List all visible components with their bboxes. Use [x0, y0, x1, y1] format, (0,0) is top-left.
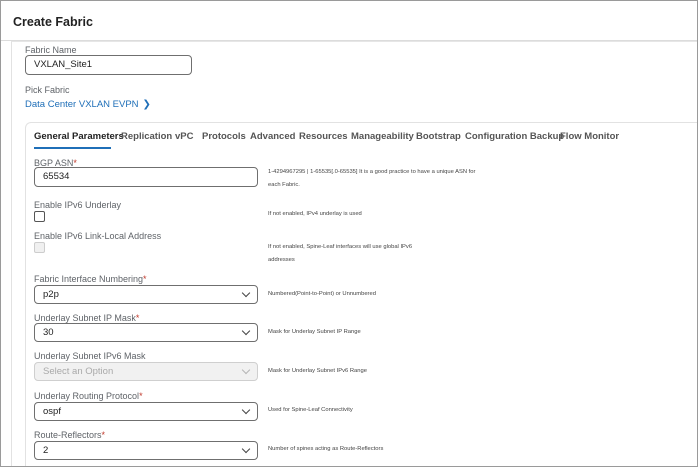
fabric-name-label: Fabric Name: [25, 45, 77, 55]
chevron-right-icon: ❯: [142, 99, 151, 110]
tab-configuration-backup[interactable]: Configuration Backup: [465, 131, 564, 142]
ipv6-underlay-label: Enable IPv6 Underlay: [34, 200, 122, 210]
ipv6-underlay-help: If not enabled, IPv4 underlay is used: [268, 211, 362, 217]
subnet-ip-mask-label-text: Underlay Subnet IP Mask: [34, 313, 136, 323]
active-tab-indicator: [34, 147, 111, 149]
tab-general-parameters[interactable]: General Parameters: [34, 131, 124, 142]
bgp-asn-input[interactable]: 65534: [34, 167, 258, 187]
chevron-down-icon: [241, 288, 251, 298]
ipv6-link-local-help-line2: addresses: [268, 257, 295, 263]
dialog-title: Create Fabric: [13, 15, 93, 29]
bgp-asn-help: 1-4294967295 | 1-65535[.0-65535] It is a…: [268, 167, 475, 191]
ipv6-underlay-checkbox[interactable]: [34, 211, 45, 222]
pick-fabric-label: Pick Fabric: [25, 85, 70, 95]
required-marker: *: [135, 313, 140, 323]
tab-replication[interactable]: Replication: [121, 131, 172, 142]
subnet-ip-mask-value: 30: [43, 327, 54, 338]
subnet-ipv6-mask-placeholder: Select an Option: [43, 366, 114, 377]
fabric-name-input[interactable]: VXLAN_Site1: [25, 55, 192, 75]
bgp-asn-help-line2: each Fabric.: [268, 182, 300, 188]
interface-numbering-label-text: Fabric Interface Numbering: [34, 274, 144, 284]
subnet-ipv6-mask-select: Select an Option: [34, 362, 258, 381]
route-reflectors-label: Route-Reflectors*: [34, 430, 105, 440]
required-marker: *: [139, 391, 143, 401]
routing-protocol-label-text: Underlay Routing Protocol: [34, 391, 140, 401]
create-fabric-dialog: Create Fabric Fabric Name VXLAN_Site1 Pi…: [0, 0, 698, 467]
tab-manageability[interactable]: Manageability: [351, 131, 414, 142]
ipv6-link-local-help: If not enabled, Spine-Leaf interfaces wi…: [268, 242, 412, 266]
routing-protocol-select[interactable]: ospf: [34, 402, 258, 421]
tab-resources[interactable]: Resources: [299, 131, 348, 142]
subnet-ipv6-mask-help: Mask for Underlay Subnet IPv6 Range: [268, 368, 367, 374]
pick-fabric-link-text: Data Center VXLAN EVPN: [25, 99, 139, 110]
interface-numbering-value: p2p: [43, 289, 59, 300]
route-reflectors-value: 2: [43, 445, 49, 456]
bgp-asn-help-line1: 1-4294967295 | 1-65535[.0-65535] It is a…: [268, 169, 476, 175]
ipv6-link-local-checkbox: [34, 242, 45, 253]
chevron-down-icon: [241, 326, 251, 336]
pick-fabric-link[interactable]: Data Center VXLAN EVPN ❯: [25, 99, 151, 110]
ipv6-link-local-label: Enable IPv6 Link-Local Address: [34, 231, 162, 241]
interface-numbering-select[interactable]: p2p: [34, 285, 258, 304]
tab-advanced[interactable]: Advanced: [250, 131, 295, 142]
chevron-down-icon: [241, 444, 251, 454]
ipv6-link-local-help-line1: If not enabled, Spine-Leaf interfaces wi…: [268, 244, 413, 250]
route-reflectors-label-text: Route-Reflectors: [34, 430, 102, 440]
subnet-ip-mask-label: Underlay Subnet IP Mask*: [34, 313, 139, 323]
routing-protocol-value: ospf: [43, 406, 61, 417]
subnet-ip-mask-select[interactable]: 30: [34, 323, 258, 342]
interface-numbering-help: Numbered(Point-to-Point) or Unnumbered: [268, 291, 376, 297]
route-reflectors-help: Number of spines acting as Route-Reflect…: [268, 446, 384, 452]
tab-flow-monitor[interactable]: Flow Monitor: [560, 131, 619, 142]
subnet-ipv6-mask-label: Underlay Subnet IPv6 Mask: [34, 351, 146, 361]
tab-bootstrap[interactable]: Bootstrap: [416, 131, 461, 142]
tab-protocols[interactable]: Protocols: [202, 131, 246, 142]
chevron-down-icon: [241, 365, 251, 375]
route-reflectors-select[interactable]: 2: [34, 441, 258, 460]
chevron-down-icon: [241, 405, 251, 415]
routing-protocol-label: Underlay Routing Protocol*: [34, 391, 143, 401]
tab-vpc[interactable]: vPC: [175, 131, 193, 142]
required-marker: *: [143, 274, 147, 284]
routing-protocol-help: Used for Spine-Leaf Connectivity: [268, 407, 353, 413]
required-marker: *: [101, 430, 106, 440]
subnet-ip-mask-help: Mask for Underlay Subnet IP Range: [268, 329, 361, 335]
interface-numbering-label: Fabric Interface Numbering*: [34, 274, 147, 284]
